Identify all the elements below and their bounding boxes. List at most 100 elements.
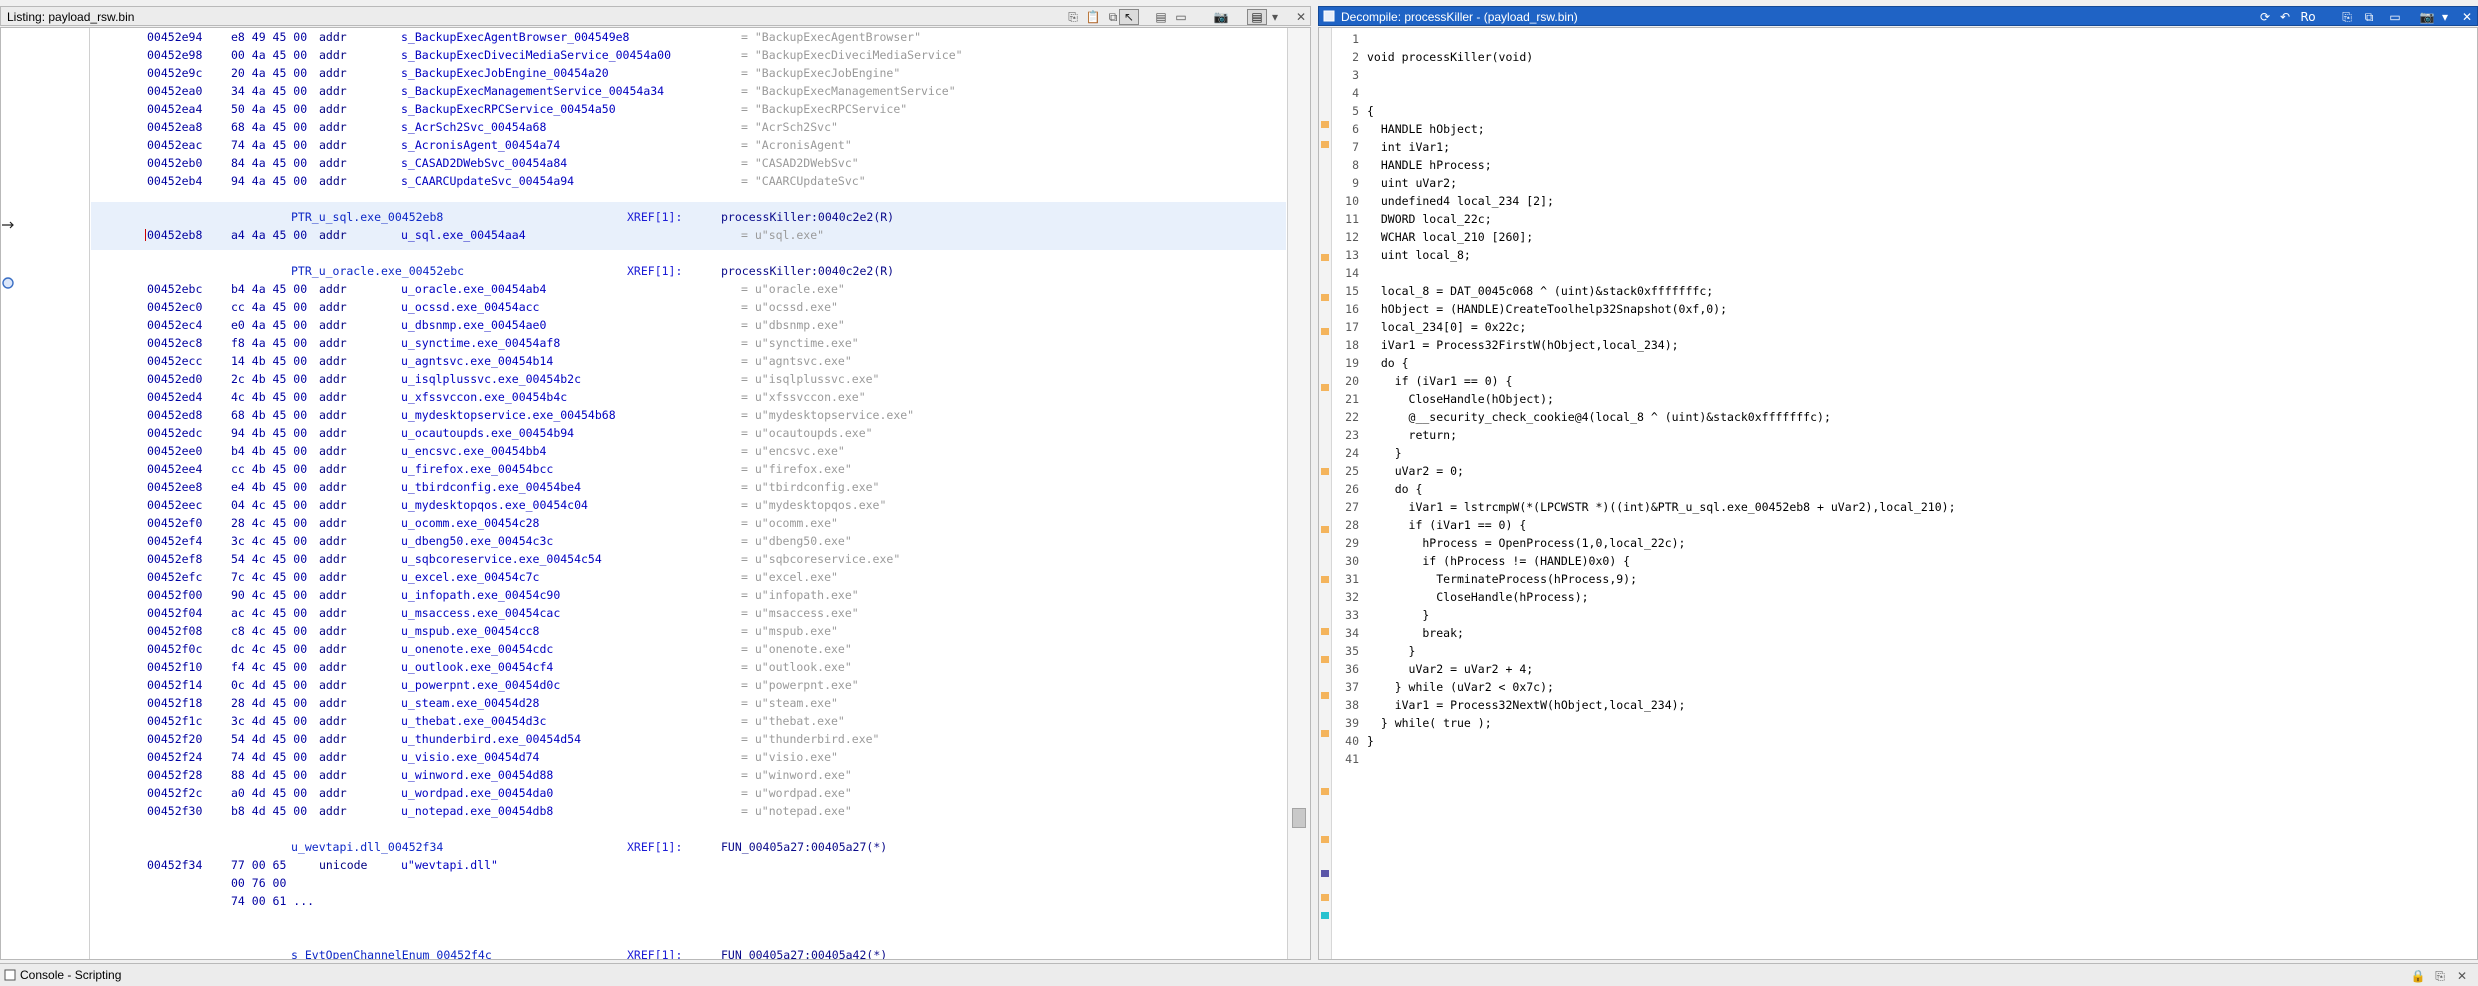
code-text[interactable]: if (iVar1 == 0) { bbox=[1367, 516, 1527, 534]
listing-row[interactable]: 00452f20 54 4d 45 00 addr u_thunderbird.exe… bbox=[91, 730, 1286, 748]
row-operand[interactable]: u_excel.exe_00454c7c bbox=[401, 568, 539, 586]
code-line[interactable]: 9 uint uVar2; bbox=[1331, 174, 2477, 192]
listing-scrollbar[interactable] bbox=[1287, 28, 1310, 959]
row-operand[interactable]: u_wordpad.exe_00454da0 bbox=[401, 784, 553, 802]
row-operand[interactable]: u_ocautoupds.exe_00454b94 bbox=[401, 424, 574, 442]
code-text[interactable]: HANDLE hObject; bbox=[1367, 120, 1485, 138]
listing-row[interactable]: 00452f04 ac 4c 45 00 addr u_msaccess.exe_00… bbox=[91, 604, 1286, 622]
code-text[interactable]: { bbox=[1367, 102, 1374, 120]
listing-row[interactable]: 00452eac 74 4a 45 00 addr s_AcronisAgent_00… bbox=[91, 136, 1286, 154]
label-name[interactable]: PTR_u_oracle.exe_00452ebc bbox=[291, 262, 464, 280]
code-line[interactable]: 5{ bbox=[1331, 102, 2477, 120]
listing-row[interactable]: 00452f34 77 00 65 unicode u"wevtapi.dll" bbox=[91, 856, 1286, 874]
row-operand[interactable]: u_encsvc.exe_00454bb4 bbox=[401, 442, 546, 460]
listing-row[interactable]: 00452eb4 94 4a 45 00 addr s_CAARCUpdateSvc_… bbox=[91, 172, 1286, 190]
code-line[interactable]: 6 HANDLE hObject; bbox=[1331, 120, 2477, 138]
code-text[interactable]: @__security_check_cookie@4(local_8 ^ (ui… bbox=[1367, 408, 1831, 426]
code-line[interactable]: 36 uVar2 = uVar2 + 4; bbox=[1331, 660, 2477, 678]
code-text[interactable]: uint local_8; bbox=[1367, 246, 1471, 264]
code-text[interactable]: hObject = (HANDLE)CreateToolhelp32Snapsh… bbox=[1367, 300, 1727, 318]
code-line[interactable]: 20 if (iVar1 == 0) { bbox=[1331, 372, 2477, 390]
code-text[interactable]: uVar2 = uVar2 + 4; bbox=[1367, 660, 1534, 678]
listing-row[interactable]: 00452f2c a0 4d 45 00 addr u_wordpad.exe_004… bbox=[91, 784, 1286, 802]
copy-icon[interactable]: ⎘ bbox=[2337, 9, 2357, 25]
code-line[interactable]: 24 } bbox=[1331, 444, 2477, 462]
row-operand[interactable]: u_xfssvccon.exe_00454b4c bbox=[401, 388, 567, 406]
listing-row[interactable]: 00452e9c 20 4a 45 00 addr s_BackupExecJobEn… bbox=[91, 64, 1286, 82]
listing-row[interactable]: 00452f18 28 4d 45 00 addr u_steam.exe_00454… bbox=[91, 694, 1286, 712]
listing-row[interactable]: 00452f30 b8 4d 45 00 addr u_notepad.exe_004… bbox=[91, 802, 1286, 820]
menu-arrow-icon[interactable]: ▾ bbox=[1265, 9, 1285, 25]
field-layout-icon[interactable]: ▤ bbox=[1151, 9, 1171, 25]
listing-row[interactable]: 00452ee8 e4 4b 45 00 addr u_tbirdconfig.exe… bbox=[91, 478, 1286, 496]
code-line[interactable]: 25 uVar2 = 0; bbox=[1331, 462, 2477, 480]
code-line[interactable]: 27 iVar1 = lstrcmpW(*(LPCWSTR *)((int)&P… bbox=[1331, 498, 2477, 516]
code-line[interactable]: 34 break; bbox=[1331, 624, 2477, 642]
code-line[interactable]: 12 WCHAR local_210 [260]; bbox=[1331, 228, 2477, 246]
code-text[interactable]: TerminateProcess(hProcess,9); bbox=[1367, 570, 1637, 588]
read-only-toggle[interactable]: Ro bbox=[2295, 9, 2321, 25]
listing-row[interactable]: 00452edc 94 4b 45 00 addr u_ocautoupds.exe_… bbox=[91, 424, 1286, 442]
row-operand[interactable]: s_BackupExecManagementService_00454a34 bbox=[401, 82, 664, 100]
code-line[interactable]: 33 } bbox=[1331, 606, 2477, 624]
listing-row[interactable]: 00452f00 90 4c 45 00 addr u_infopath.exe_00… bbox=[91, 586, 1286, 604]
listing-row[interactable]: 00452ec0 cc 4a 45 00 addr u_ocssd.exe_00454… bbox=[91, 298, 1286, 316]
paste-icon[interactable]: 📋 bbox=[1083, 9, 1103, 25]
row-operand[interactable]: u"wevtapi.dll" bbox=[401, 856, 498, 874]
camera-icon[interactable]: 📷 bbox=[2417, 9, 2437, 25]
listing-row[interactable]: 00452f28 88 4d 45 00 addr u_winword.exe_004… bbox=[91, 766, 1286, 784]
listing-lines[interactable]: 00452e94 e8 49 45 00 addr s_BackupExecAgent… bbox=[91, 28, 1286, 959]
listing-label-row[interactable]: PTR_u_oracle.exe_00452ebc XREF[1]: process… bbox=[91, 262, 1286, 280]
row-operand[interactable]: u_infopath.exe_00454c90 bbox=[401, 586, 560, 604]
code-line[interactable]: 8 HANDLE hProcess; bbox=[1331, 156, 2477, 174]
code-line[interactable]: 16 hObject = (HANDLE)CreateToolhelp32Sna… bbox=[1331, 300, 2477, 318]
row-operand[interactable]: u_onenote.exe_00454cdc bbox=[401, 640, 553, 658]
listing-row[interactable]: 00452ea4 50 4a 45 00 addr s_BackupExecRPCSe… bbox=[91, 100, 1286, 118]
listing-row[interactable]: 00452e98 00 4a 45 00 addr s_BackupExecDivec… bbox=[91, 46, 1286, 64]
code-line[interactable]: 26 do { bbox=[1331, 480, 2477, 498]
row-operand[interactable]: u_firefox.exe_00454bcc bbox=[401, 460, 553, 478]
close-icon[interactable]: ✕ bbox=[2452, 968, 2472, 984]
code-text[interactable]: break; bbox=[1367, 624, 1464, 642]
code-text[interactable]: local_8 = DAT_0045c068 ^ (uint)&stack0xf… bbox=[1367, 282, 1713, 300]
row-operand[interactable]: u_sql.exe_00454aa4 bbox=[401, 226, 526, 244]
decompile-view[interactable]: 1 2 void processKiller(void) 3 4 5{6 HANDLE h… bbox=[1318, 27, 2478, 960]
row-operand[interactable]: s_AcrSch2Svc_00454a68 bbox=[401, 118, 546, 136]
row-operand[interactable]: u_ocomm.exe_00454c28 bbox=[401, 514, 539, 532]
code-line[interactable]: 14 bbox=[1331, 264, 2477, 282]
code-text[interactable]: HANDLE hProcess; bbox=[1367, 156, 1492, 174]
code-line[interactable]: 10 undefined4 local_234 [2]; bbox=[1331, 192, 2477, 210]
row-operand[interactable]: u_dbeng50.exe_00454c3c bbox=[401, 532, 553, 550]
listing-row[interactable]: 00452f08 c8 4c 45 00 addr u_mspub.exe_00454… bbox=[91, 622, 1286, 640]
row-operand[interactable]: u_winword.exe_00454d88 bbox=[401, 766, 553, 784]
row-operand[interactable]: u_synctime.exe_00454af8 bbox=[401, 334, 560, 352]
code-text[interactable]: undefined4 local_234 [2]; bbox=[1367, 192, 1554, 210]
code-text[interactable]: uint uVar2; bbox=[1367, 174, 1457, 192]
label-name[interactable]: PTR_u_sql.exe_00452eb8 bbox=[291, 208, 443, 226]
code-line[interactable]: 41 bbox=[1331, 750, 2477, 768]
cursor-tracking-icon[interactable]: ↖ bbox=[1119, 9, 1139, 25]
listing-row[interactable]: 00452ed0 2c 4b 45 00 addr u_isqlplussvc.exe… bbox=[91, 370, 1286, 388]
code-text[interactable]: hProcess = OpenProcess(1,0,local_22c); bbox=[1367, 534, 1685, 552]
listing-view[interactable]: 00452e94 e8 49 45 00 addr s_BackupExecAgent… bbox=[0, 27, 1311, 960]
code-line[interactable]: 7 int iVar1; bbox=[1331, 138, 2477, 156]
listing-row[interactable]: 00452ef8 54 4c 45 00 addr u_sqbcoreservice.… bbox=[91, 550, 1286, 568]
code-text[interactable]: return; bbox=[1367, 426, 1457, 444]
listing-row[interactable]: 00 76 00 bbox=[91, 874, 1286, 892]
code-line[interactable]: 31 TerminateProcess(hProcess,9); bbox=[1331, 570, 2477, 588]
code-text[interactable]: if (iVar1 == 0) { bbox=[1367, 372, 1513, 390]
layout-toggle-icon[interactable]: ▭ bbox=[1171, 9, 1191, 25]
code-line[interactable]: 18 iVar1 = Process32FirstW(hObject,local… bbox=[1331, 336, 2477, 354]
listing-title-bar[interactable]: Listing: payload_rsw.bin ⎘ 📋 ⧉ ↖ ▤ ▭ 📷 ▤… bbox=[0, 6, 1311, 26]
code-text[interactable]: local_234[0] = 0x22c; bbox=[1367, 318, 1526, 336]
listing-row[interactable]: 00452ec8 f8 4a 45 00 addr u_synctime.exe_00… bbox=[91, 334, 1286, 352]
close-icon[interactable]: ✕ bbox=[2457, 9, 2477, 25]
code-text[interactable]: void processKiller(void) bbox=[1367, 48, 1533, 66]
xref-link[interactable]: processKiller:0040c2e2(R) bbox=[721, 262, 894, 280]
listing-label-row[interactable]: s_EvtOpenChannelEnum_00452f4c XREF[1]: FUN… bbox=[91, 946, 1286, 959]
xref-link[interactable]: FUN_00405a27:00405a27(*) bbox=[721, 838, 887, 856]
listing-row[interactable]: 00452ea0 34 4a 45 00 addr s_BackupExecManag… bbox=[91, 82, 1286, 100]
row-operand[interactable]: u_dbsnmp.exe_00454ae0 bbox=[401, 316, 546, 334]
code-text[interactable]: } bbox=[1367, 732, 1374, 750]
row-operand[interactable]: u_ocssd.exe_00454acc bbox=[401, 298, 539, 316]
